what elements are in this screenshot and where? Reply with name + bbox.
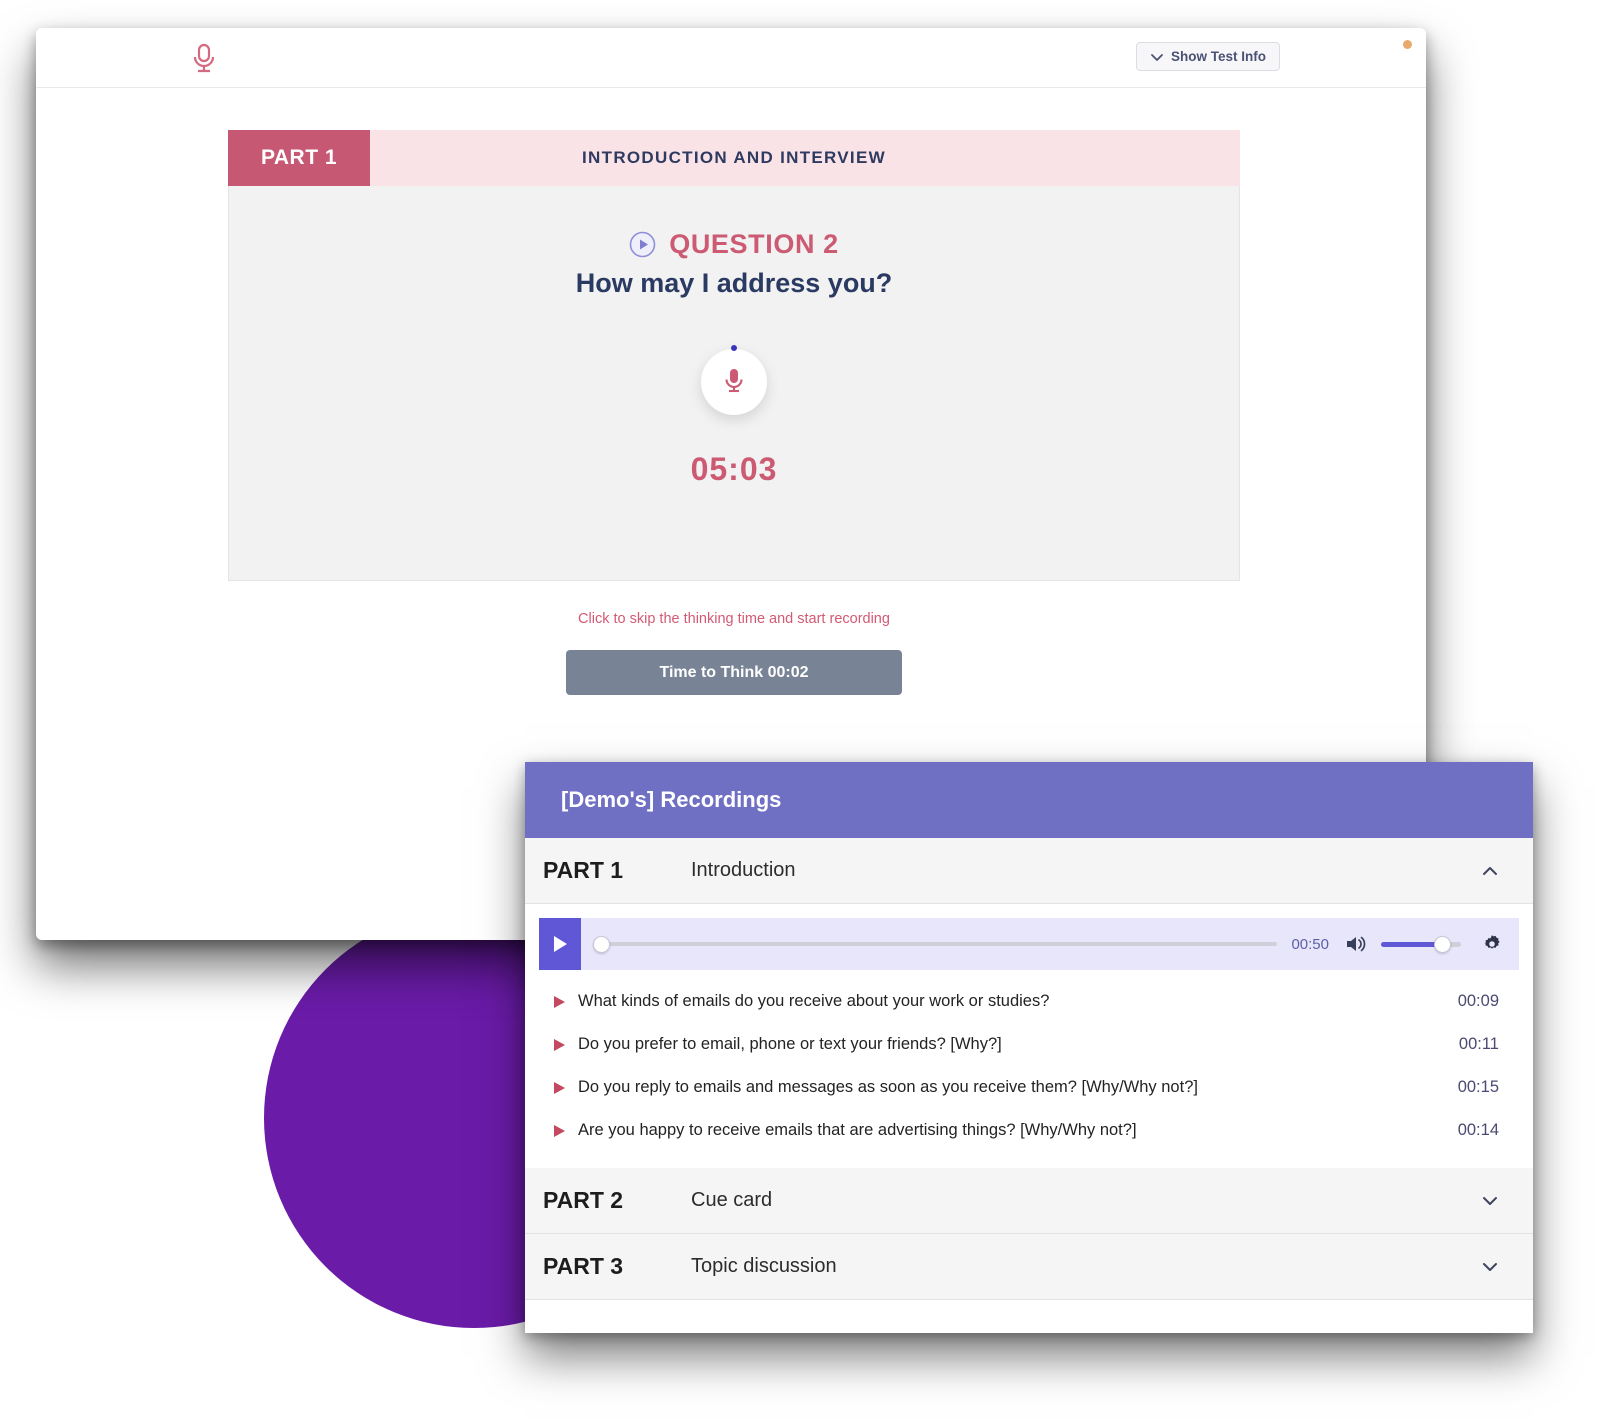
part-name: Topic discussion bbox=[691, 1255, 837, 1277]
play-icon[interactable] bbox=[539, 918, 581, 970]
screenshot-stage: Show Test Info PART 1 INTRODUCTION AND I… bbox=[0, 0, 1600, 1423]
app-topbar: Show Test Info bbox=[36, 28, 1426, 88]
recordings-part-row-2[interactable]: PART 2 Cue card bbox=[525, 1168, 1533, 1234]
volume-knob[interactable] bbox=[1434, 935, 1451, 953]
volume-icon[interactable] bbox=[1345, 933, 1367, 955]
recording-question-text: Do you reply to emails and messages as s… bbox=[578, 1078, 1198, 1096]
play-triangle-icon[interactable] bbox=[551, 1080, 567, 1096]
recording-question-row[interactable]: Do you prefer to email, phone or text yo… bbox=[539, 1023, 1519, 1066]
question-text: How may I address you? bbox=[575, 268, 893, 298]
skip-hint-text: Click to skip the thinking time and star… bbox=[578, 611, 890, 627]
progress-knob[interactable] bbox=[593, 935, 610, 953]
chevron-down-icon[interactable] bbox=[1479, 1190, 1501, 1212]
recordings-part-body-1: 00:50 What kinds of emails do you receiv… bbox=[525, 904, 1533, 1168]
audio-player: 00:50 bbox=[539, 918, 1519, 970]
progress-track bbox=[593, 942, 1278, 946]
time-to-think-button[interactable]: Time to Think 00:02 bbox=[566, 650, 902, 695]
recording-question-text: Do you prefer to email, phone or text yo… bbox=[578, 1035, 1002, 1053]
part-number: PART 2 bbox=[543, 1187, 624, 1213]
chevron-up-icon[interactable] bbox=[1479, 860, 1501, 882]
recording-question-time: 00:09 bbox=[1457, 992, 1499, 1010]
question-label-row: QUESTION 2 bbox=[229, 229, 1239, 260]
recording-question-row[interactable]: Do you reply to emails and messages as s… bbox=[539, 1066, 1519, 1109]
recording-question-time: 00:15 bbox=[1457, 1078, 1499, 1096]
play-triangle-icon[interactable] bbox=[551, 1123, 567, 1139]
recording-indicator-dot bbox=[731, 345, 737, 351]
recording-question-time: 00:14 bbox=[1457, 1121, 1499, 1139]
record-mic-button[interactable] bbox=[701, 345, 767, 415]
recording-question-text: What kinds of emails do you receive abou… bbox=[578, 992, 1050, 1010]
microphone-icon bbox=[720, 365, 748, 400]
part-number: PART 3 bbox=[543, 1253, 624, 1279]
recording-question-time: 00:11 bbox=[1458, 1035, 1499, 1053]
audio-duration: 00:50 bbox=[1291, 935, 1329, 953]
play-triangle-icon[interactable] bbox=[551, 1037, 567, 1053]
recordings-title: [Demo's] Recordings bbox=[525, 762, 1533, 838]
play-triangle-icon[interactable] bbox=[551, 994, 567, 1010]
recording-timer: 05:03 bbox=[690, 451, 778, 487]
show-test-info-button[interactable]: Show Test Info bbox=[1136, 42, 1280, 71]
recording-question-row[interactable]: Are you happy to receive emails that are… bbox=[539, 1109, 1519, 1152]
recordings-panel: [Demo's] Recordings PART 1 Introduction bbox=[525, 762, 1533, 1333]
part-banner: PART 1 INTRODUCTION AND INTERVIEW bbox=[228, 130, 1240, 186]
gear-icon[interactable] bbox=[1481, 933, 1503, 955]
part-name: Introduction bbox=[691, 859, 796, 881]
part-name: Cue card bbox=[691, 1189, 773, 1211]
part-title: INTRODUCTION AND INTERVIEW bbox=[582, 148, 886, 167]
recordings-part-row-3[interactable]: PART 3 Topic discussion bbox=[525, 1234, 1533, 1300]
recording-question-row[interactable]: What kinds of emails do you receive abou… bbox=[539, 980, 1519, 1023]
question-label-text: QUESTION 2 bbox=[669, 229, 839, 259]
chevron-down-icon[interactable] bbox=[1479, 1256, 1501, 1278]
question-card: QUESTION 2 How may I address you? 05:03 bbox=[228, 186, 1240, 581]
microphone-icon bbox=[184, 40, 224, 78]
part-badge: PART 1 bbox=[228, 130, 370, 186]
show-test-info-label: Show Test Info bbox=[1171, 49, 1266, 64]
recordings-part-row-1[interactable]: PART 1 Introduction bbox=[525, 838, 1533, 904]
recording-question-text: Are you happy to receive emails that are… bbox=[578, 1121, 1137, 1139]
audio-progress-slider[interactable] bbox=[593, 918, 1278, 970]
part-number: PART 1 bbox=[543, 857, 624, 883]
play-circle-icon[interactable] bbox=[629, 231, 656, 258]
chevron-down-icon bbox=[1150, 50, 1164, 64]
volume-slider[interactable] bbox=[1381, 918, 1461, 970]
status-dot bbox=[1403, 40, 1412, 49]
